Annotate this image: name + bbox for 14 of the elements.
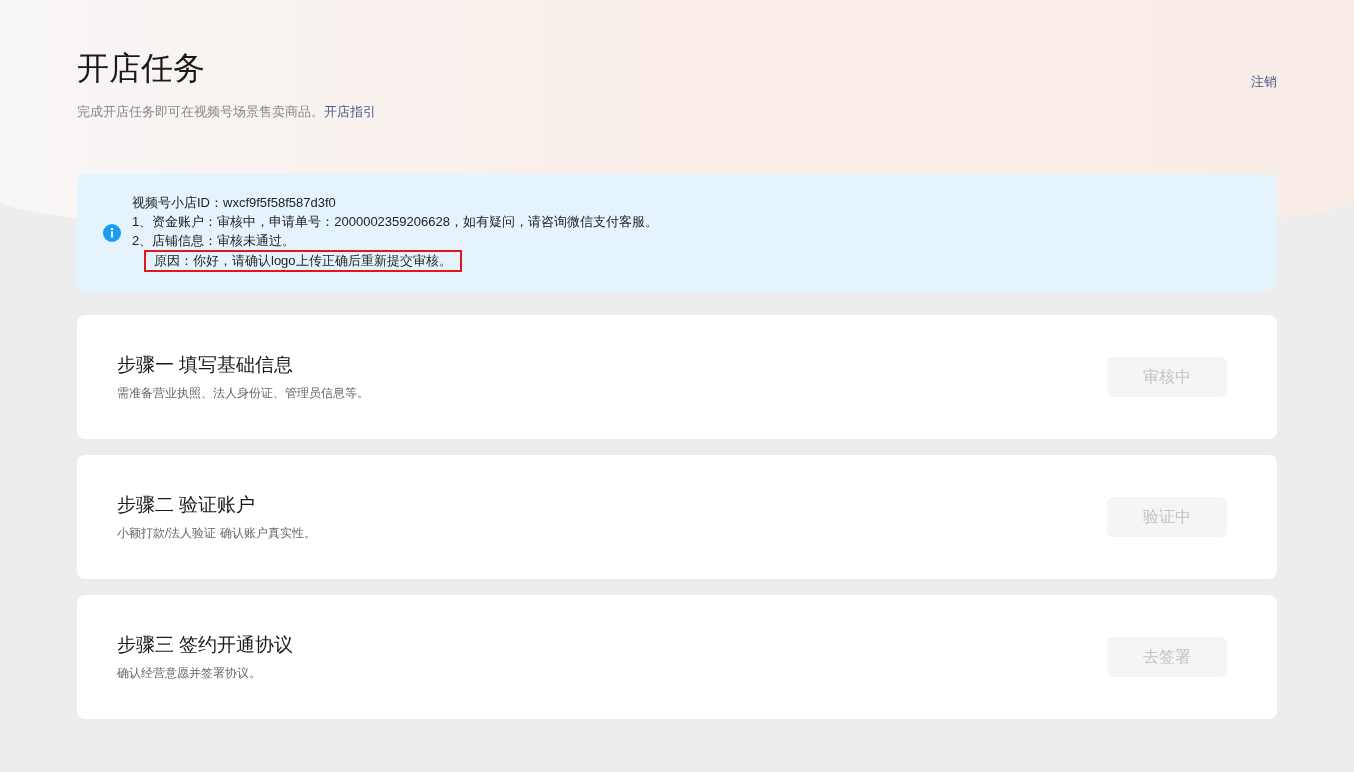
step-description: 小额打款/法人验证 确认账户真实性。: [117, 525, 316, 542]
info-icon: [103, 223, 121, 242]
logout-link[interactable]: 注销: [1251, 72, 1277, 92]
page-subtitle: 完成开店任务即可在视频号场景售卖商品。: [77, 103, 324, 121]
step-title: 步骤三 签约开通协议: [117, 633, 294, 657]
guide-link[interactable]: 开店指引: [324, 102, 376, 122]
notice-line: 视频号小店ID：wxcf9f5f58f587d3f0: [132, 194, 336, 212]
notice-line: 2、店铺信息：审核未通过。: [132, 232, 296, 250]
step-title: 步骤二 验证账户: [117, 493, 257, 517]
page-title: 开店任务: [77, 49, 206, 88]
notice-line: 1、资金账户：审核中，申请单号：2000002359206628，如有疑问，请咨询微信支付客服。: [132, 213, 658, 231]
step-description: 确认经营意愿并签署协议。: [117, 665, 262, 682]
step-description: 需准备营业执照、法人身份证、管理员信息等。: [117, 385, 369, 402]
step-title: 步骤一 填写基础信息: [117, 353, 295, 377]
